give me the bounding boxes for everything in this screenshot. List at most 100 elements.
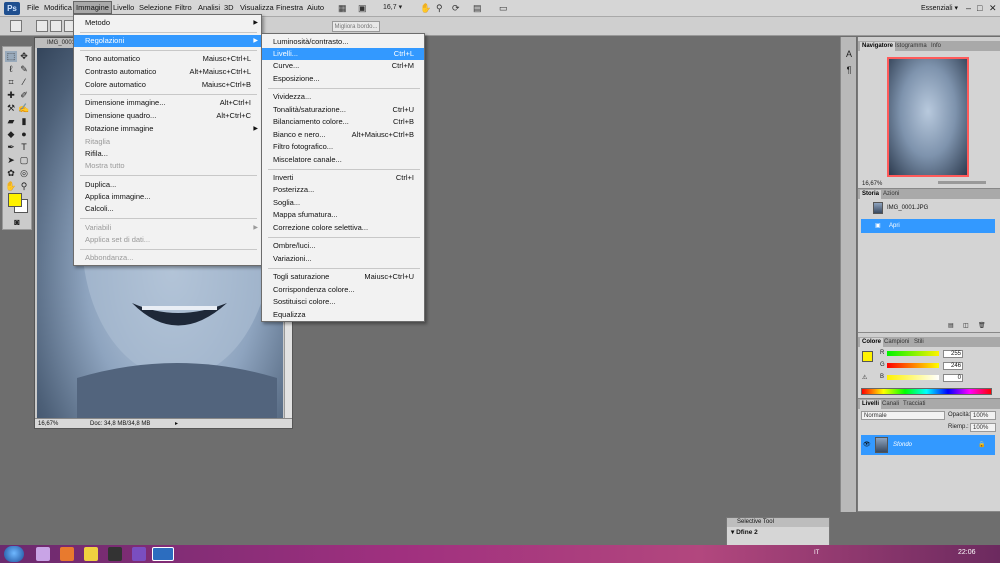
layer-row-sfondo[interactable]: 👁 Sfondo 🔒 [861,435,995,455]
navigator-thumbnail[interactable] [887,57,969,177]
menu-modifica[interactable]: Modifica [44,3,72,12]
gradient-tool-icon[interactable]: ▮ [18,116,30,127]
menu-finestra[interactable]: Finestra [276,3,303,12]
crop-tool-icon[interactable]: ⌗ [5,77,17,88]
menu-item-rotazione-immagine[interactable]: Rotazione immagine ▶ [74,123,261,135]
marquee-tool-icon[interactable]: ✥ [18,51,30,62]
navigator-zoom-slider[interactable] [938,181,986,184]
menu-item-curve[interactable]: Curve... Ctrl+M [262,60,424,72]
taskbar-media-icon[interactable] [108,547,122,561]
gamut-warning-icon[interactable]: ⚠ [862,374,867,381]
start-button[interactable] [4,546,24,562]
tab-canali[interactable]: Canali [880,400,901,409]
tab-livelli[interactable]: Livelli [860,400,882,409]
menu-3d[interactable]: 3D [224,3,234,12]
selective-tool-item[interactable]: ▾ Dfine 2 [731,528,758,536]
view-extras-icon[interactable]: ▣ [358,3,367,14]
quick-mask-icon[interactable]: ◙ [11,217,23,228]
status-menu-arrow-icon[interactable]: ▸ [175,419,178,429]
marquee-preset-icon[interactable] [10,20,22,32]
clone-stamp-icon[interactable]: ⚒ [5,103,17,114]
hand-tool-icon[interactable]: ✋ [420,3,431,14]
menu-item-dimensione-immagine[interactable]: Dimensione immagine... Alt+Ctrl+I [74,97,261,109]
foreground-color-swatch[interactable] [8,193,22,207]
channel-r-value[interactable]: 255 [943,350,963,358]
paragraph-panel-icon[interactable]: ¶ [843,65,855,76]
menu-item-sostituisci-colore[interactable]: Sostituisci colore... [262,296,424,308]
lasso-tool-icon[interactable]: ℓ [5,64,17,75]
new-snapshot-icon[interactable]: ◫ [963,322,969,329]
menu-item-bilanciamento-colore[interactable]: Bilanciamento colore... Ctrl+B [262,116,424,128]
history-snapshot-row[interactable]: IMG_0001.JPG [861,201,995,215]
taskbar-photoshop-icon[interactable] [152,547,174,561]
menu-item-equalizza[interactable]: Equalizza [262,309,424,321]
menu-item-soglia[interactable]: Soglia... [262,197,424,209]
channel-b-slider[interactable] [887,375,939,380]
pen-tool-icon[interactable]: ✒ [5,142,17,153]
tab-info[interactable]: Info [929,42,943,51]
menu-item-miscelatore-canale[interactable]: Miscelatore canale... [262,154,424,166]
menu-item-metodo[interactable]: Metodo ▶ [74,17,261,29]
eyedropper-icon[interactable]: ⁄ [18,77,30,88]
menu-item-contrasto-automatico[interactable]: Contrasto automatico Alt+Maiusc+Ctrl+L [74,66,261,78]
menu-item-posterizza[interactable]: Posterizza... [262,184,424,196]
character-panel-icon[interactable]: A [843,49,855,60]
new-document-from-state-icon[interactable]: ▤ [948,322,954,329]
menu-item-bianco-e-nero[interactable]: Bianco e nero... Alt+Maiusc+Ctrl+B [262,129,424,141]
tab-storia[interactable]: Storia [860,190,882,199]
channel-r-slider[interactable] [887,351,939,356]
menu-item-vividezza[interactable]: Vividezza... [262,91,424,103]
menu-item-correzione-colore-selettiva[interactable]: Correzione colore selettiva... [262,222,424,234]
zoom-icon[interactable]: ⚲ [18,181,30,192]
menu-immagine[interactable]: Immagine [73,1,112,14]
menu-item-tonalita-saturazione[interactable]: Tonalità/saturazione... Ctrl+U [262,104,424,116]
menu-selezione[interactable]: Selezione [139,3,172,12]
tab-navigatore[interactable]: Navigatore [860,42,896,51]
menu-item-ombre-luci[interactable]: Ombre/luci... [262,240,424,252]
taskbar-firefox-icon[interactable] [60,547,74,561]
dodge-tool-icon[interactable]: ● [18,129,30,140]
menu-item-inverti[interactable]: Inverti Ctrl+I [262,172,424,184]
menu-item-colore-automatico[interactable]: Colore automatico Maiusc+Ctrl+B [74,79,261,91]
tab-stili[interactable]: Stili [912,338,926,347]
tab-campioni[interactable]: Campioni [882,338,911,347]
history-state-row[interactable]: ▣ Apri [861,219,995,233]
tab-istogramma[interactable]: Istogramma [893,42,929,51]
tab-tracciati[interactable]: Tracciati [901,400,927,409]
workspace-switcher[interactable]: Essenziali ▾ [921,4,958,12]
menu-visualizza[interactable]: Visualizza [240,3,274,12]
menu-item-calcoli[interactable]: Calcoli... [74,203,261,215]
menu-item-mappa-sfumatura[interactable]: Mappa sfumatura... [262,209,424,221]
channel-b-value[interactable]: 0 [943,374,963,382]
healing-brush-icon[interactable]: ✚ [5,90,17,101]
taskbar-explorer-icon[interactable] [36,547,50,561]
eraser-tool-icon[interactable]: ▰ [5,116,17,127]
taskbar-app-icon[interactable] [132,547,146,561]
add-selection-icon[interactable] [50,20,62,32]
menu-item-corrispondenza-colore[interactable]: Corrispondenza colore... [262,284,424,296]
layer-visibility-eye-icon[interactable]: 👁 [863,435,871,455]
tab-colore[interactable]: Colore [860,338,884,347]
taskbar-messenger-icon[interactable] [84,547,98,561]
menu-item-filtro-fotografico[interactable]: Filtro fotografico... [262,141,424,153]
maximize-icon[interactable]: □ [977,3,982,13]
menu-item-applica-immagine[interactable]: Applica immagine... [74,191,261,203]
color-foreground-swatch[interactable] [862,351,873,362]
language-indicator[interactable]: IT [814,550,819,556]
screen-mode-icon[interactable]: ▭ [499,3,508,14]
blend-mode-select[interactable]: Normale [861,411,945,420]
menu-item-luminosita-contrasto[interactable]: Luminosità/contrasto... [262,36,424,48]
menu-item-rifila[interactable]: Rifila... [74,148,261,160]
tab-azioni[interactable]: Azioni [881,190,901,199]
doc-zoom-value[interactable]: 16,67% [38,419,58,429]
menu-filtro[interactable]: Filtro [175,3,192,12]
menu-item-variazioni[interactable]: Variazioni... [262,253,424,265]
path-selection-icon[interactable]: ➤ [5,155,17,166]
zoom-level-select[interactable]: 16,7 ▾ [383,3,402,11]
selective-tool-titlebar[interactable]: Selective Tool [727,518,829,527]
brush-tool-icon[interactable]: ✐ [18,90,30,101]
menu-aiuto[interactable]: Aiuto [307,3,324,12]
menu-item-duplica[interactable]: Duplica... [74,179,261,191]
3d-rotate-icon[interactable]: ✿ [5,168,17,179]
taskbar-clock[interactable]: 22:06 [958,549,976,556]
